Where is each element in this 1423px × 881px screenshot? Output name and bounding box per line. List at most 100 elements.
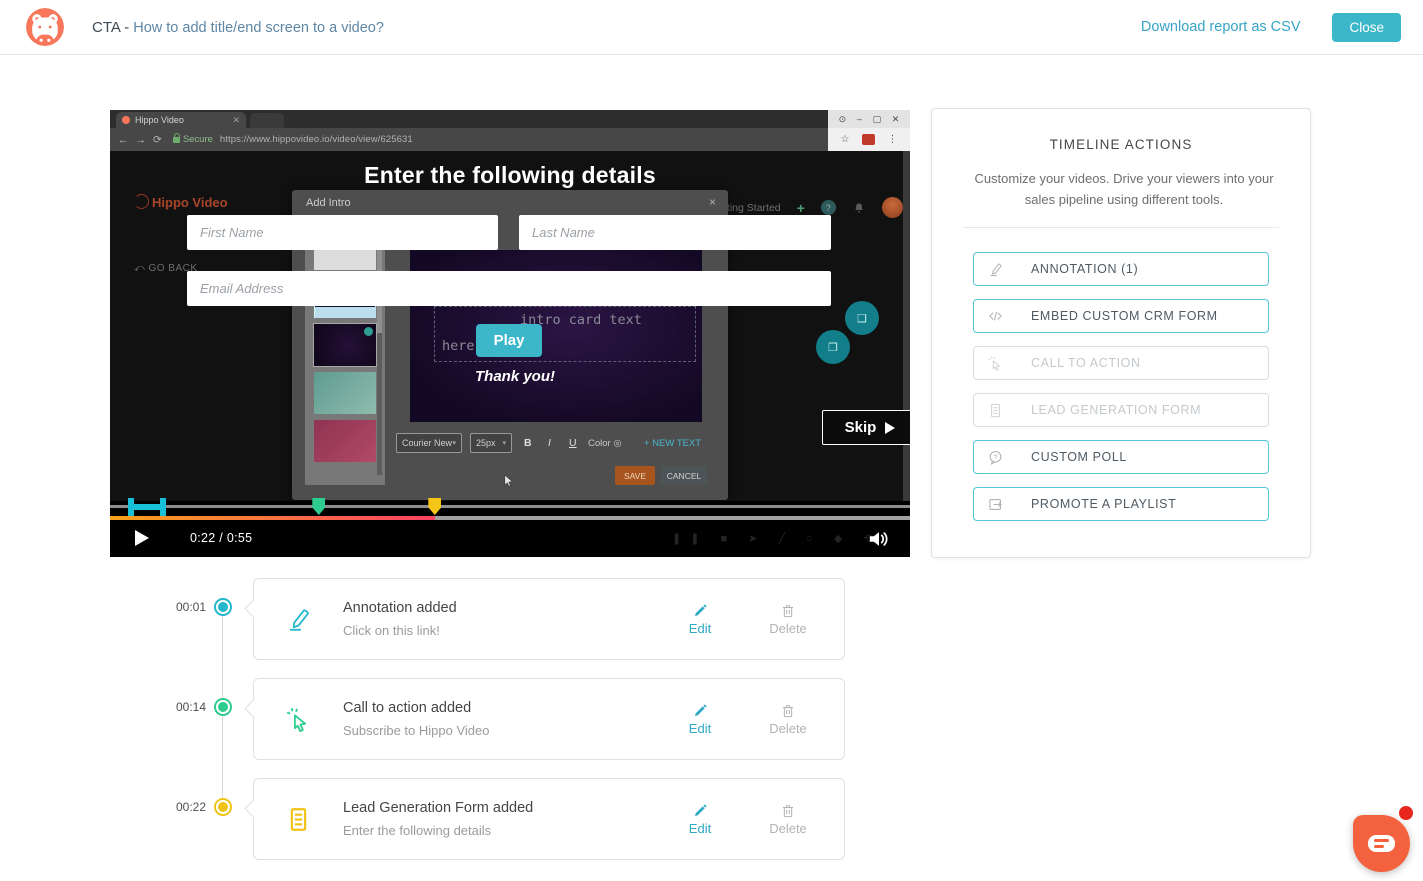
- event-time: 00:22: [168, 800, 206, 814]
- event-title: Call to action added: [343, 700, 489, 716]
- secure-label: Secure: [183, 134, 213, 145]
- edit-button[interactable]: Edit: [678, 703, 722, 736]
- intro-thumbnail-selected: [314, 324, 376, 366]
- extension-icon: [862, 134, 875, 145]
- edit-button[interactable]: Edit: [678, 803, 722, 836]
- minimize-icon: –: [857, 114, 862, 124]
- bookmark-star-icon: ☆: [841, 134, 850, 145]
- intro-thumbnail: [314, 372, 376, 414]
- profile-icon: ⊙: [839, 114, 847, 125]
- thank-you-text: Thank you!: [475, 368, 555, 385]
- forward-icon: →: [136, 134, 147, 146]
- panel-title: TIMELINE ACTIONS: [973, 137, 1269, 152]
- bold-button: B: [524, 437, 532, 449]
- window-close-icon: ✕: [892, 114, 900, 125]
- recorded-browser-tabstrip: Hippo Video ✕ ⊙ – ▢ ✕: [110, 110, 910, 128]
- copy-bubble-icon: ❒: [816, 330, 850, 364]
- recorded-browser-tab: Hippo Video ✕: [116, 112, 246, 128]
- event-dot: [214, 598, 232, 616]
- timeline-action-buttons: ANNOTATION (1) EMBED CUSTOM CRM FORM CAL…: [973, 252, 1269, 521]
- new-text-button: + NEW TEXT: [644, 438, 701, 449]
- event-title: Annotation added: [343, 600, 457, 616]
- dialog-close-icon: ×: [709, 195, 716, 209]
- underline-button: U: [569, 437, 577, 449]
- video-player[interactable]: Hippo Video ✕ ⊙ – ▢ ✕ ← → ⟳ Secure https…: [110, 110, 910, 557]
- video-control-bar: 0:22 / 0:55 ❚❚ ■ ➤ ╱ ○ ◆ ⟲: [110, 520, 910, 557]
- document-icon: [284, 805, 313, 834]
- playlist-arrow-icon: [987, 496, 1004, 513]
- play-button[interactable]: Play: [476, 324, 542, 357]
- cursor-click-icon: [284, 705, 313, 734]
- app-header: CTA -How to add title/end screen to a vi…: [0, 0, 1423, 55]
- page: CTA -How to add title/end screen to a vi…: [0, 0, 1423, 881]
- intro-thumbnail: [314, 420, 376, 462]
- edit-pencil-icon: [692, 803, 708, 819]
- tab-title: Hippo Video: [135, 115, 227, 125]
- lead-generation-form-button[interactable]: LEAD GENERATION FORM: [973, 393, 1269, 427]
- event-subtitle: Subscribe to Hippo Video: [343, 723, 489, 738]
- window-controls: ⊙ – ▢ ✕: [828, 110, 910, 128]
- first-name-field[interactable]: [187, 215, 498, 250]
- trash-icon: [780, 703, 796, 719]
- skip-button[interactable]: Skip: [822, 410, 910, 445]
- cancel-button: CANCEL: [661, 466, 707, 485]
- promote-playlist-button[interactable]: PROMOTE A PLAYLIST: [973, 487, 1269, 521]
- leadform-title: Enter the following details: [110, 162, 910, 189]
- event-card: Lead Generation Form added Enter the fol…: [253, 778, 845, 860]
- chat-widget-button[interactable]: [1353, 815, 1410, 872]
- delete-button[interactable]: Delete: [766, 803, 810, 836]
- volume-icon[interactable]: [866, 526, 892, 552]
- italic-button: I: [548, 437, 551, 449]
- edit-button[interactable]: Edit: [678, 603, 722, 636]
- panel-divider: [963, 227, 1279, 228]
- delete-button[interactable]: Delete: [766, 703, 810, 736]
- edit-pencil-icon: [692, 603, 708, 619]
- tab-favicon: [122, 116, 130, 124]
- timeline-marker-row[interactable]: [110, 498, 910, 516]
- save-button: SAVE: [615, 466, 655, 485]
- last-name-field[interactable]: [519, 215, 831, 250]
- event-time: 00:14: [168, 700, 206, 714]
- delete-button[interactable]: Delete: [766, 603, 810, 636]
- embed-crm-form-button[interactable]: EMBED CUSTOM CRM FORM: [973, 299, 1269, 333]
- code-icon: [987, 308, 1004, 325]
- recorded-app-logo: Hippo Video: [134, 195, 228, 210]
- download-csv-link[interactable]: Download report as CSV: [1141, 19, 1301, 35]
- event-row-call-to-action: 00:14 Call to action added Subscribe to …: [168, 678, 846, 760]
- event-time: 00:01: [168, 600, 206, 614]
- call-to-action-button[interactable]: CALL TO ACTION: [973, 346, 1269, 380]
- annotation-button[interactable]: ANNOTATION (1): [973, 252, 1269, 286]
- event-dot: [214, 698, 232, 716]
- event-subtitle: Click on this link!: [343, 623, 457, 638]
- back-icon: ←: [118, 134, 129, 146]
- secure-lock-icon: [173, 137, 180, 143]
- edit-pencil-icon: [692, 703, 708, 719]
- font-size-dropdown: 25px▾: [470, 433, 512, 453]
- recorded-toolbar-icons: ❚❚ ■ ➤ ╱ ○ ◆ ⟲: [672, 532, 882, 545]
- recorded-page-scrollbar: [903, 151, 910, 501]
- range-marker[interactable]: [128, 498, 166, 516]
- document-icon: [987, 402, 1004, 419]
- mouse-cursor-icon: [504, 474, 514, 487]
- event-marker-green[interactable]: [312, 498, 325, 515]
- menu-dots-icon: ⋮: [887, 134, 897, 145]
- add-icon: +: [797, 200, 805, 216]
- intro-thumbnail-list: [305, 217, 385, 485]
- player-play-icon[interactable]: [135, 530, 149, 546]
- font-family-dropdown: Courier New▾: [396, 433, 462, 453]
- time-display: 0:22 / 0:55: [190, 531, 252, 545]
- custom-poll-button[interactable]: ? CUSTOM POLL: [973, 440, 1269, 474]
- email-field[interactable]: [187, 271, 831, 306]
- intro-card-text: here: [442, 338, 475, 354]
- hippo-logo-icon: [26, 8, 64, 46]
- browser-toolbar-right: ☆ ⋮: [828, 128, 910, 151]
- thumbnail-scrollbar: [377, 227, 382, 475]
- dialog-title: Add Intro: [306, 197, 351, 209]
- event-marker-yellow[interactable]: [428, 498, 441, 515]
- video-title: How to add title/end screen to a video?: [133, 20, 384, 36]
- camera-bubble-icon: ❑: [845, 301, 879, 335]
- cursor-click-icon: [987, 355, 1004, 372]
- question-bubble-icon: ?: [987, 449, 1004, 466]
- close-button[interactable]: Close: [1332, 13, 1401, 42]
- page-title: CTA -How to add title/end screen to a vi…: [92, 19, 384, 36]
